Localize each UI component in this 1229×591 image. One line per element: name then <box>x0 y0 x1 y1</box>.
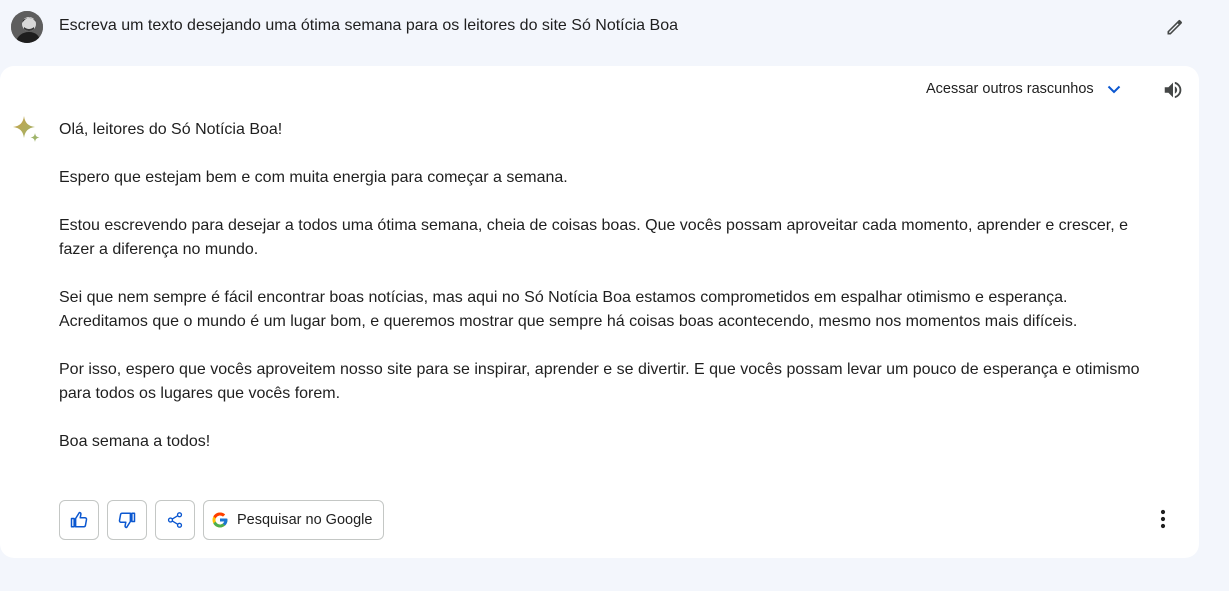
prompt-row: Escreva um texto desejando uma ótima sem… <box>0 0 1229 56</box>
response-paragraph: Olá, leitores do Só Notícia Boa! <box>59 121 283 138</box>
show-drafts-button[interactable]: Acessar outros rascunhos <box>926 81 1122 97</box>
edit-prompt-button[interactable] <box>1160 12 1190 42</box>
avatar <box>11 11 43 43</box>
response-paragraph: Boa semana a todos! <box>59 433 211 450</box>
response-actions: Pesquisar no Google <box>59 500 385 540</box>
thumbs-up-icon <box>70 511 88 528</box>
response-paragraph: Sei que nem sempre é fácil encontrar boa… <box>59 289 1078 330</box>
speaker-icon <box>1164 81 1182 99</box>
pencil-icon <box>1167 20 1182 35</box>
response-paragraph: Por isso, espero que vocês aproveitem no… <box>59 361 1140 402</box>
response-text: Olá, leitores do Só Notícia Boa! Espero … <box>59 118 1159 478</box>
thumbs-down-button[interactable] <box>107 500 147 540</box>
drafts-label: Acessar outros rascunhos <box>926 81 1094 97</box>
chevron-down-icon <box>1106 81 1122 97</box>
response-paragraph: Espero que estejam bem e com muita energ… <box>59 169 568 186</box>
more-options-button[interactable] <box>1150 506 1176 532</box>
google-search-label: Pesquisar no Google <box>237 512 373 528</box>
user-photo-icon <box>11 11 43 43</box>
share-button[interactable] <box>155 500 195 540</box>
google-search-button[interactable]: Pesquisar no Google <box>203 500 385 540</box>
listen-button[interactable] <box>1159 78 1187 102</box>
more-vert-icon <box>1160 509 1166 529</box>
prompt-text: Escreva um texto desejando uma ótima sem… <box>59 17 678 34</box>
thumbs-up-button[interactable] <box>59 500 99 540</box>
response-card: Acessar outros rascunhos Olá, leitores d… <box>0 66 1199 558</box>
gemini-sparkle-icon <box>11 114 43 146</box>
thumbs-down-icon <box>118 512 136 529</box>
share-icon <box>167 512 183 528</box>
google-g-icon <box>212 512 228 528</box>
response-paragraph: Estou escrevendo para desejar a todos um… <box>59 217 1129 258</box>
